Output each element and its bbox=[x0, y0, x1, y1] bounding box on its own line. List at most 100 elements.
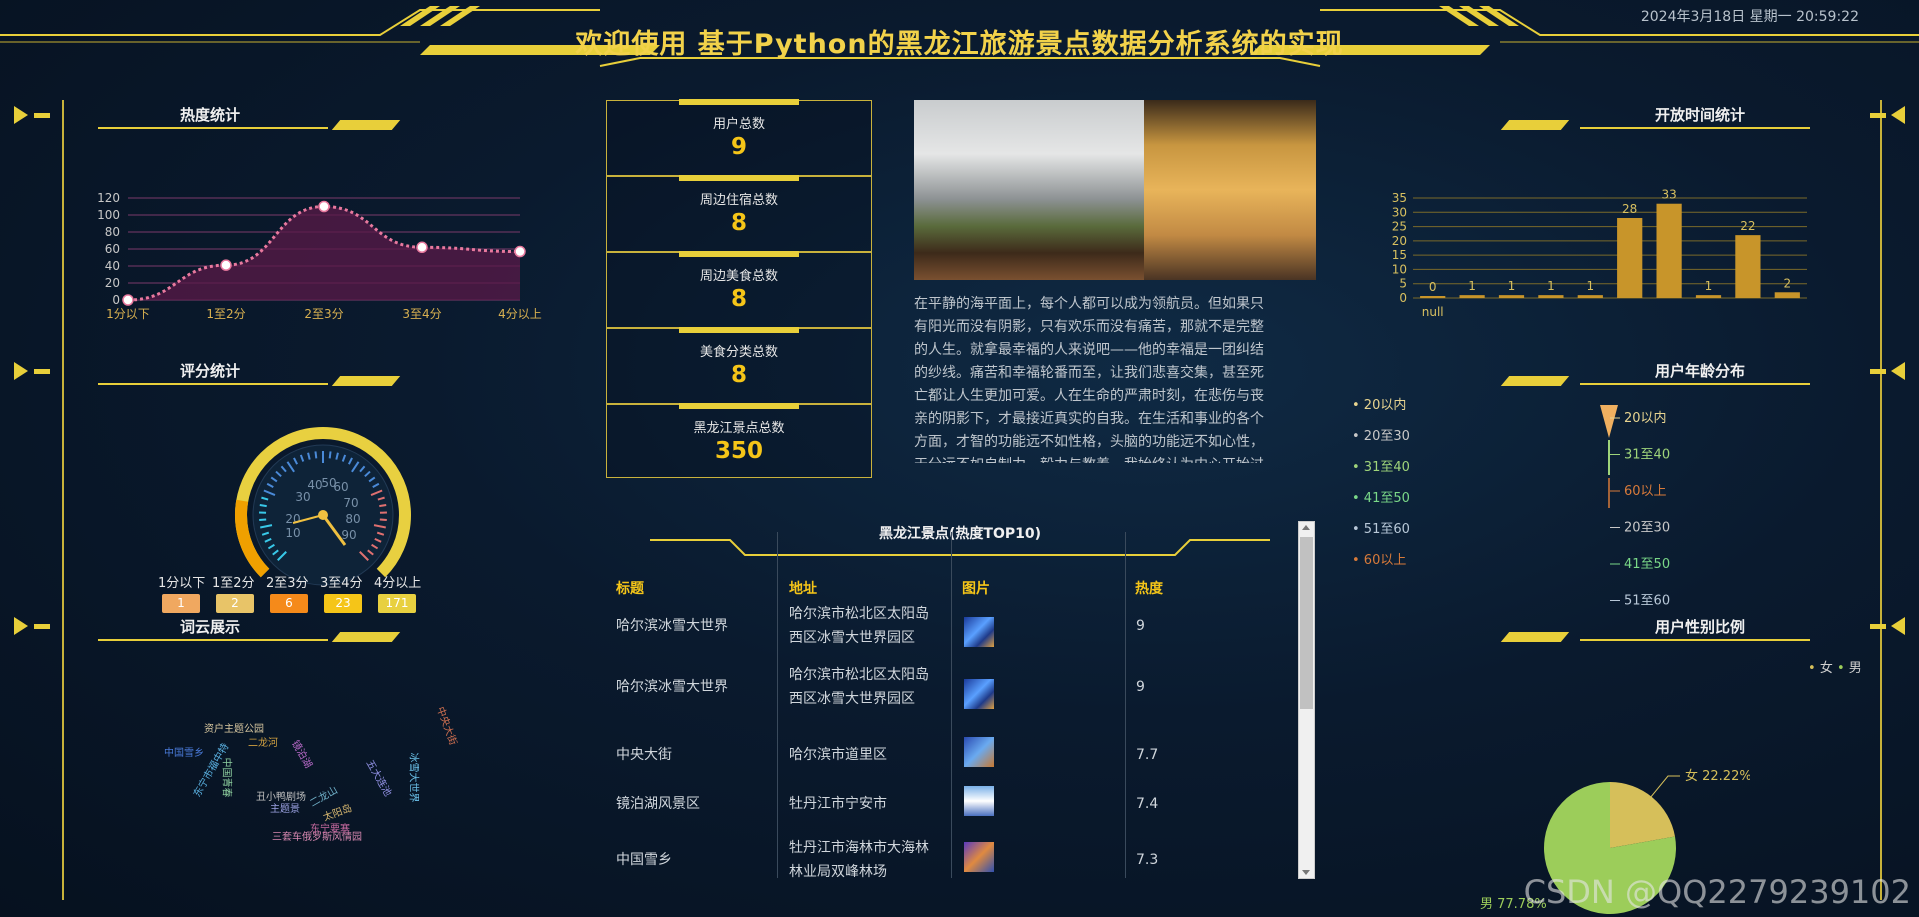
x-tick-label: 3至4分 bbox=[402, 307, 441, 321]
word-cloud-term[interactable]: 中国雪乡 bbox=[164, 744, 204, 759]
rating-count-badge: 2 bbox=[216, 594, 254, 613]
age-legend-item[interactable]: • 41至50 bbox=[1352, 487, 1410, 506]
office-photo bbox=[1144, 100, 1316, 280]
address-line: 西区冰雪大世界园区 bbox=[789, 630, 915, 646]
right-border-line bbox=[1880, 100, 1882, 900]
x-tick-label: null bbox=[1422, 305, 1444, 319]
cell-address: 牡丹江市海林市大海林 林业局双峰林场 bbox=[789, 836, 949, 884]
bar-value-label: 28 bbox=[1622, 202, 1637, 216]
right-arrow-icon bbox=[1891, 362, 1905, 380]
funnel-label: 31至40 bbox=[1624, 448, 1670, 463]
funnel-segment bbox=[1600, 405, 1618, 438]
stat-box-food: 周边美食总数 8 bbox=[606, 251, 872, 328]
word-cloud-term[interactable]: 冰雪大世界 bbox=[408, 753, 423, 803]
gender-legend: • 女 • 男 bbox=[1808, 657, 1862, 676]
word-cloud-term[interactable]: 五大连池 bbox=[364, 756, 397, 798]
rating-count-badge: 23 bbox=[324, 594, 362, 613]
column-header-heat[interactable]: 热度 bbox=[1135, 578, 1163, 598]
left-arrow-icon bbox=[14, 106, 28, 124]
stat-label: 周边住宿总数 bbox=[699, 193, 778, 208]
column-header-address[interactable]: 地址 bbox=[789, 578, 817, 598]
panel-underline-tab bbox=[331, 120, 401, 130]
panel-underline-tab bbox=[331, 376, 401, 386]
age-legend-item[interactable]: • 51至60 bbox=[1352, 518, 1410, 537]
rating-category-label: 4分以上 bbox=[374, 576, 422, 591]
y-tick-label: 80 bbox=[105, 225, 120, 239]
address-line: 西区冰雪大世界园区 bbox=[789, 691, 915, 707]
bar bbox=[1735, 235, 1761, 298]
bar-value-label: 1 bbox=[1468, 279, 1476, 293]
age-legend-item[interactable]: • 31至40 bbox=[1352, 456, 1410, 475]
table-row[interactable]: 中央大街 bbox=[616, 743, 786, 767]
x-tick-label: 1至2分 bbox=[206, 307, 245, 321]
word-cloud: 资户主题公园 中国雪乡 二龙河 东宁市福中特 中国青春 镜泊湖 丑小鸭剧场 主题景 三套车俄罗斯… bbox=[160, 700, 500, 850]
funnel-label: 20至30 bbox=[1624, 521, 1670, 536]
bar-value-label: 2 bbox=[1783, 276, 1791, 290]
legend-female[interactable]: 女 bbox=[1820, 661, 1833, 676]
rating-legend-row: 1分以下 1 1至2分 2 2至3分 6 3至4分 23 4分以上 171 bbox=[158, 572, 428, 620]
legend-male[interactable]: 男 bbox=[1849, 661, 1862, 676]
word-cloud-term[interactable]: 二龙河 bbox=[248, 734, 278, 749]
gauge-tick bbox=[328, 451, 332, 459]
stat-cap bbox=[679, 251, 799, 257]
bar-value-label: 1 bbox=[1586, 279, 1594, 293]
word-cloud-term[interactable]: 镜泊湖 bbox=[289, 737, 317, 770]
right-dash bbox=[1870, 113, 1886, 118]
rating-count-badge: 171 bbox=[378, 594, 416, 613]
bar bbox=[1420, 296, 1446, 298]
column-header-image[interactable]: 图片 bbox=[962, 578, 990, 598]
address-line: 牡丹江市海林市大海林 bbox=[789, 840, 929, 856]
scrollbar-thumb[interactable] bbox=[1300, 537, 1313, 709]
funnel-label: 20以内 bbox=[1624, 410, 1667, 426]
table-row[interactable]: 中国雪乡 bbox=[616, 848, 786, 872]
cell-address: 哈尔滨市松北区太阳岛 西区冰雪大世界园区 bbox=[789, 663, 949, 711]
funnel-label: 41至50 bbox=[1624, 557, 1670, 572]
address-line: 林业局双峰林场 bbox=[789, 864, 887, 880]
attraction-thumbnail[interactable] bbox=[964, 842, 994, 872]
stat-cap bbox=[679, 99, 799, 105]
rating-category-label: 3至4分 bbox=[320, 576, 363, 591]
address-line: 哈尔滨市松北区太阳岛 bbox=[789, 667, 929, 683]
stat-value: 350 bbox=[714, 438, 763, 464]
y-tick-label: 10 bbox=[1392, 262, 1407, 276]
age-legend-item[interactable]: • 20以内 bbox=[1352, 394, 1406, 413]
attraction-thumbnail[interactable] bbox=[964, 679, 994, 709]
data-point bbox=[416, 241, 428, 254]
cell-title: 镜泊湖风景区 bbox=[616, 796, 700, 812]
rating-count-badge: 1 bbox=[162, 594, 200, 613]
attraction-thumbnail[interactable] bbox=[964, 786, 994, 816]
y-tick-label: 60 bbox=[105, 242, 120, 256]
scroll-down-icon[interactable] bbox=[1302, 870, 1310, 875]
gauge-tick-label: 90 bbox=[341, 528, 356, 542]
age-legend-item[interactable]: • 20至30 bbox=[1352, 425, 1410, 444]
gauge-tick bbox=[379, 504, 387, 508]
gauge-tick bbox=[379, 518, 387, 522]
address-line: 哈尔滨市松北区太阳岛 bbox=[789, 606, 929, 622]
data-point bbox=[220, 259, 232, 271]
cell-title: 中央大街 bbox=[616, 747, 672, 763]
table-row[interactable]: 哈尔滨冰雪大世界 bbox=[616, 675, 786, 699]
x-tick-label: 4分以上 bbox=[498, 307, 542, 321]
age-legend-item[interactable]: • 60以上 bbox=[1352, 549, 1406, 568]
column-header-title[interactable]: 标题 bbox=[616, 578, 644, 598]
gauge-tick-label: 20 bbox=[285, 512, 300, 526]
table-row[interactable]: 镜泊湖风景区 bbox=[616, 792, 786, 816]
table-row[interactable]: 哈尔滨冰雪大世界 bbox=[616, 614, 786, 638]
word-cloud-term[interactable]: 东宁要塞 bbox=[310, 820, 350, 835]
attraction-thumbnail[interactable] bbox=[964, 617, 994, 647]
scroll-up-icon[interactable] bbox=[1302, 525, 1310, 530]
stat-value: 9 bbox=[730, 134, 747, 160]
word-cloud-term[interactable]: 资户主题公园 bbox=[204, 720, 264, 735]
attraction-thumbnail[interactable] bbox=[964, 737, 994, 767]
y-tick-label: 0 bbox=[112, 293, 120, 307]
article-text: 在平静的海平面上，每个人都可以成为领航员。但如果只有阳光而没有阴影，只有欢乐而没… bbox=[914, 296, 1264, 463]
panel-underline bbox=[1580, 127, 1810, 129]
cell-heat: 9 bbox=[1136, 679, 1145, 695]
panel-underline-tab bbox=[1500, 120, 1570, 130]
word-cloud-term[interactable]: 主题景 bbox=[270, 800, 300, 815]
panel-underline bbox=[98, 639, 328, 641]
stat-label: 美食分类总数 bbox=[699, 345, 778, 360]
word-cloud-term[interactable]: 中国青春 bbox=[221, 758, 236, 798]
word-cloud-term[interactable]: 中央大街 bbox=[434, 704, 462, 747]
bar-value-label: 33 bbox=[1661, 188, 1676, 202]
